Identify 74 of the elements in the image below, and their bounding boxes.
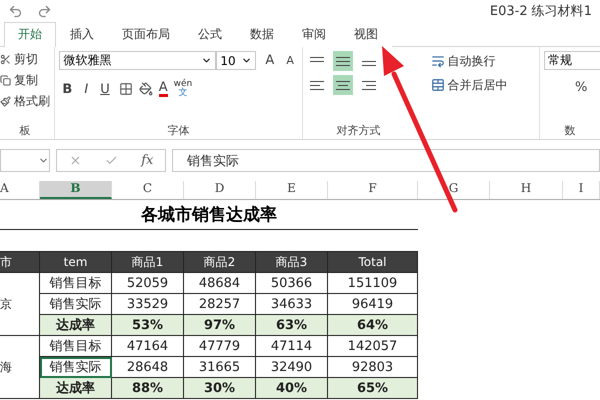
table-cell: 销售目标 <box>40 273 112 294</box>
clipboard-button[interactable]: 剪切 <box>0 51 50 68</box>
table-cell: 31665 <box>184 357 256 378</box>
table-cell: 40% <box>256 378 328 399</box>
formula-input[interactable]: 销售实际 <box>172 149 600 172</box>
table-cell: 142057 <box>328 336 418 357</box>
group-label: 对齐方式 <box>336 124 381 137</box>
column-header[interactable]: A <box>0 181 40 199</box>
align-button[interactable] <box>332 51 353 71</box>
table-cell: 47114 <box>256 336 328 357</box>
table-cell: 64% <box>328 315 418 336</box>
table-cell: 65% <box>328 378 418 399</box>
undo-icon[interactable] <box>8 4 23 18</box>
clipboard-button[interactable]: 复制 <box>0 72 50 89</box>
table-cell: 34633 <box>256 294 328 315</box>
column-header[interactable]: B <box>40 181 112 199</box>
redo-icon[interactable] <box>37 4 52 18</box>
table-cell: 53% <box>112 315 184 336</box>
table-cell: 97% <box>184 315 256 336</box>
phonetic-button[interactable]: wén 文 <box>174 80 192 98</box>
underline-button[interactable]: U <box>97 82 113 96</box>
sheet-title: 各城市销售达成率 <box>0 200 418 230</box>
percent-button[interactable]: % <box>572 80 596 95</box>
table-cell: 47164 <box>112 336 184 357</box>
merge-center-button[interactable]: 合并后居中 <box>430 76 508 94</box>
merge-cells-icon <box>430 78 445 92</box>
clipboard-button[interactable]: 格式刷 <box>0 93 50 110</box>
window-title: E03-2 练习材料1 <box>490 3 592 20</box>
shrink-font-button[interactable]: A <box>283 54 297 67</box>
table-cell: 销售目标 <box>40 336 112 357</box>
header-cell: tem <box>40 252 112 273</box>
table-cell: 达成率 <box>40 378 112 399</box>
table-cell: 88% <box>112 378 184 399</box>
table-cell: 28257 <box>184 294 256 315</box>
border-icon[interactable] <box>118 82 133 96</box>
wrap-text-icon <box>430 54 445 68</box>
font-color-button[interactable]: A <box>158 81 168 97</box>
font-size-field[interactable]: 10 <box>216 51 256 70</box>
table-cell: 96419 <box>328 294 418 315</box>
table-cell: 28648 <box>112 357 184 378</box>
table-cell: 30% <box>184 378 256 399</box>
font-name-field[interactable]: 微软雅黑 <box>59 51 216 70</box>
ribbon-tab[interactable]: 开始 <box>4 22 56 47</box>
bold-button[interactable]: B <box>59 82 76 96</box>
header-cell: 市 <box>0 252 40 273</box>
table-cell: 达成率 <box>40 315 112 336</box>
header-cell: 商品1 <box>112 252 184 273</box>
table-cell: 151109 <box>328 273 418 294</box>
header-cell: 商品3 <box>256 252 328 273</box>
table-cell: 92803 <box>328 357 418 378</box>
align-button[interactable] <box>332 75 353 95</box>
table-cell: 63% <box>256 315 328 336</box>
number-format-field[interactable]: 常规 <box>544 51 600 70</box>
header-cell: 商品2 <box>184 252 256 273</box>
table-cell: 销售实际 <box>40 357 112 378</box>
wrap-text-button[interactable]: 自动换行 <box>430 52 496 70</box>
group-label: 板 <box>20 124 31 137</box>
table-cell: 销售实际 <box>40 294 112 315</box>
copy-icon <box>0 75 11 86</box>
header-cell: Total <box>328 252 418 273</box>
table-cell: 48684 <box>184 273 256 294</box>
group-label: 字体 <box>168 124 190 137</box>
scissors-icon <box>0 54 11 65</box>
table-cell: 33529 <box>112 294 184 315</box>
insert-function-button[interactable]: fx <box>141 153 154 168</box>
paintbrush-icon <box>0 96 11 107</box>
table-cell: 32490 <box>256 357 328 378</box>
table-cell: 47779 <box>184 336 256 357</box>
italic-button[interactable]: I <box>81 82 92 96</box>
table-cell: 52059 <box>112 273 184 294</box>
fill-color-icon[interactable] <box>138 82 153 96</box>
grow-font-button[interactable]: A <box>262 53 278 68</box>
group-label: 数 <box>564 124 576 137</box>
table-cell: 50366 <box>256 273 328 294</box>
